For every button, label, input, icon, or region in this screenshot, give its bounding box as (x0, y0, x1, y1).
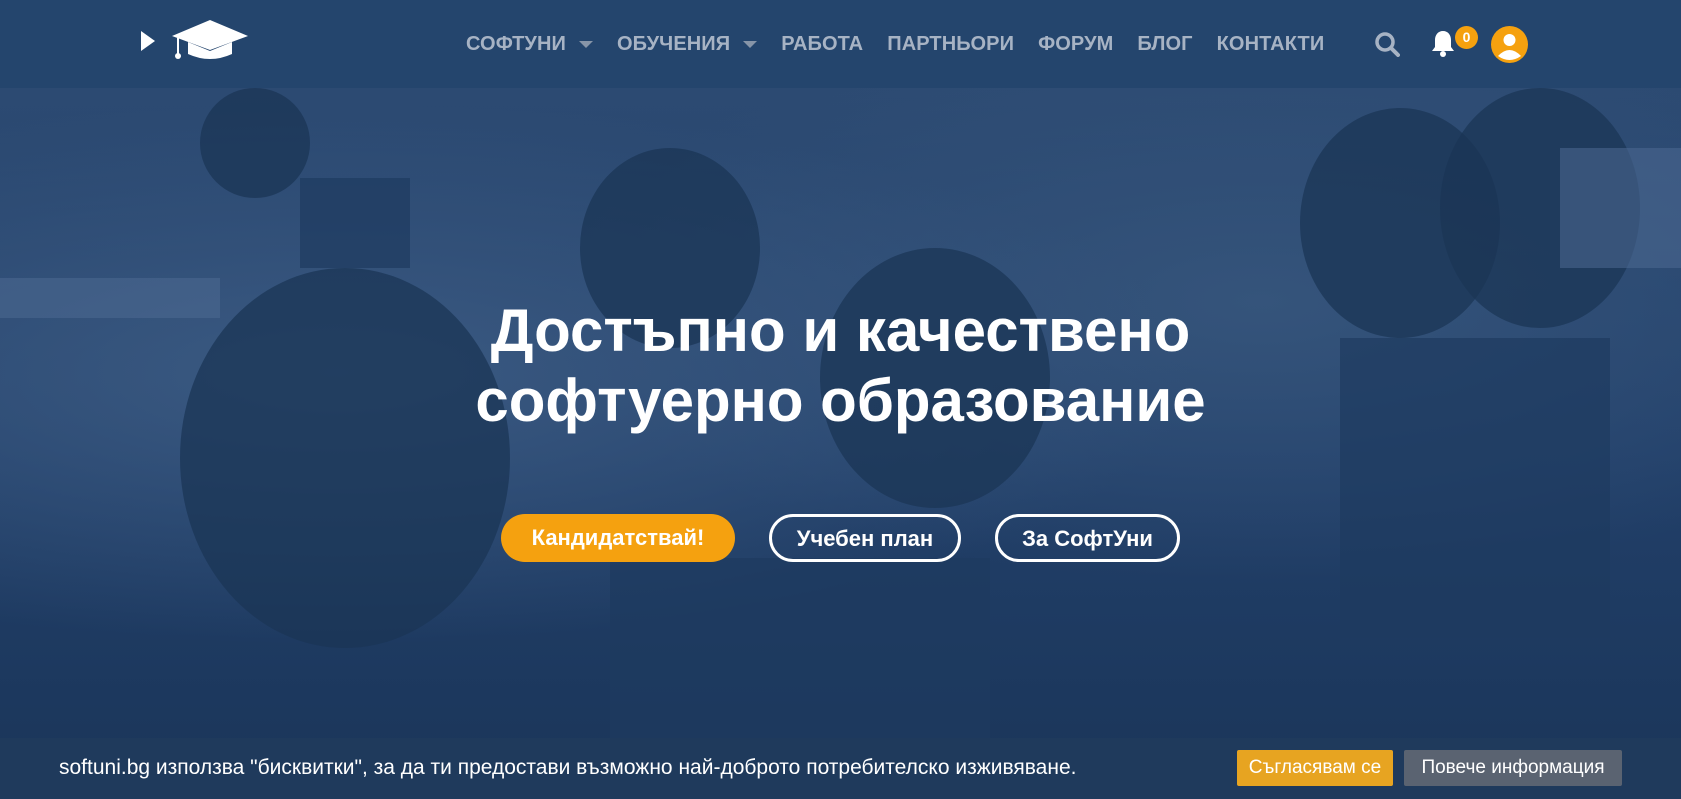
nav-item-label: ОБУЧЕНИЯ (617, 32, 731, 55)
nav-item-partners[interactable]: ПАРТНЬОРИ (887, 33, 1014, 56)
hero-title-line: Достъпно и качествено (490, 297, 1191, 364)
cookie-more-info-button[interactable]: Повече информация (1404, 750, 1622, 786)
top-navbar: СОФТУНИ ОБУЧЕНИЯ РАБОТА ПАРТНЬОРИ ФОРУМ … (0, 0, 1681, 88)
nav-item-label: ФОРУМ (1038, 32, 1114, 55)
cookie-message: softuni.bg използва "бисквитки", за да т… (59, 756, 1077, 779)
chevron-down-icon (579, 40, 593, 48)
hero-bg-monitor (300, 178, 410, 268)
nav-item-label: БЛОГ (1137, 32, 1193, 55)
notifications-button[interactable]: 0 (1430, 26, 1480, 62)
hero-bg-desk (1560, 148, 1681, 268)
play-arrow-icon[interactable] (139, 30, 157, 52)
nav-item-contacts[interactable]: КОНТАКТИ (1217, 33, 1325, 56)
cookie-consent-bar: softuni.bg използва "бисквитки", за да т… (0, 738, 1681, 799)
curriculum-button[interactable]: Учебен план (769, 514, 961, 562)
nav-item-label: КОНТАКТИ (1216, 32, 1325, 55)
nav-item-label: СОФТУНИ (466, 32, 566, 55)
search-icon[interactable] (1374, 31, 1400, 57)
chevron-down-icon (743, 40, 758, 48)
nav-item-blog[interactable]: БЛОГ (1137, 33, 1192, 56)
hero-bg-figure (200, 88, 310, 198)
nav-item-forum[interactable]: ФОРУМ (1038, 33, 1113, 56)
nav-item-label: ПАРТНЬОРИ (887, 32, 1015, 55)
hero-section: Достъпно и качествено софтуерно образова… (0, 88, 1681, 799)
main-nav: СОФТУНИ ОБУЧЕНИЯ РАБОТА ПАРТНЬОРИ ФОРУМ … (466, 0, 1348, 88)
hero-title-line: софтуерно образование (475, 367, 1206, 434)
nav-item-trainings[interactable]: ОБУЧЕНИЯ (617, 32, 758, 56)
about-softuni-button[interactable]: За СофтУни (995, 514, 1180, 562)
cookie-accept-button[interactable]: Съгласявам се (1237, 750, 1393, 786)
bell-icon (1432, 31, 1454, 57)
notification-count-badge: 0 (1455, 26, 1478, 49)
nav-item-jobs[interactable]: РАБОТА (781, 33, 863, 56)
user-avatar-icon[interactable] (1491, 26, 1528, 63)
nav-item-label: РАБОТА (781, 32, 864, 55)
hero-title: Достъпно и качествено софтуерно образова… (0, 296, 1681, 436)
nav-item-softuni[interactable]: СОФТУНИ (466, 33, 593, 56)
hero-actions: Кандидатствай! Учебен план За СофтУни (0, 514, 1681, 562)
graduation-cap-logo[interactable] (170, 18, 250, 64)
apply-button[interactable]: Кандидатствай! (501, 514, 735, 562)
